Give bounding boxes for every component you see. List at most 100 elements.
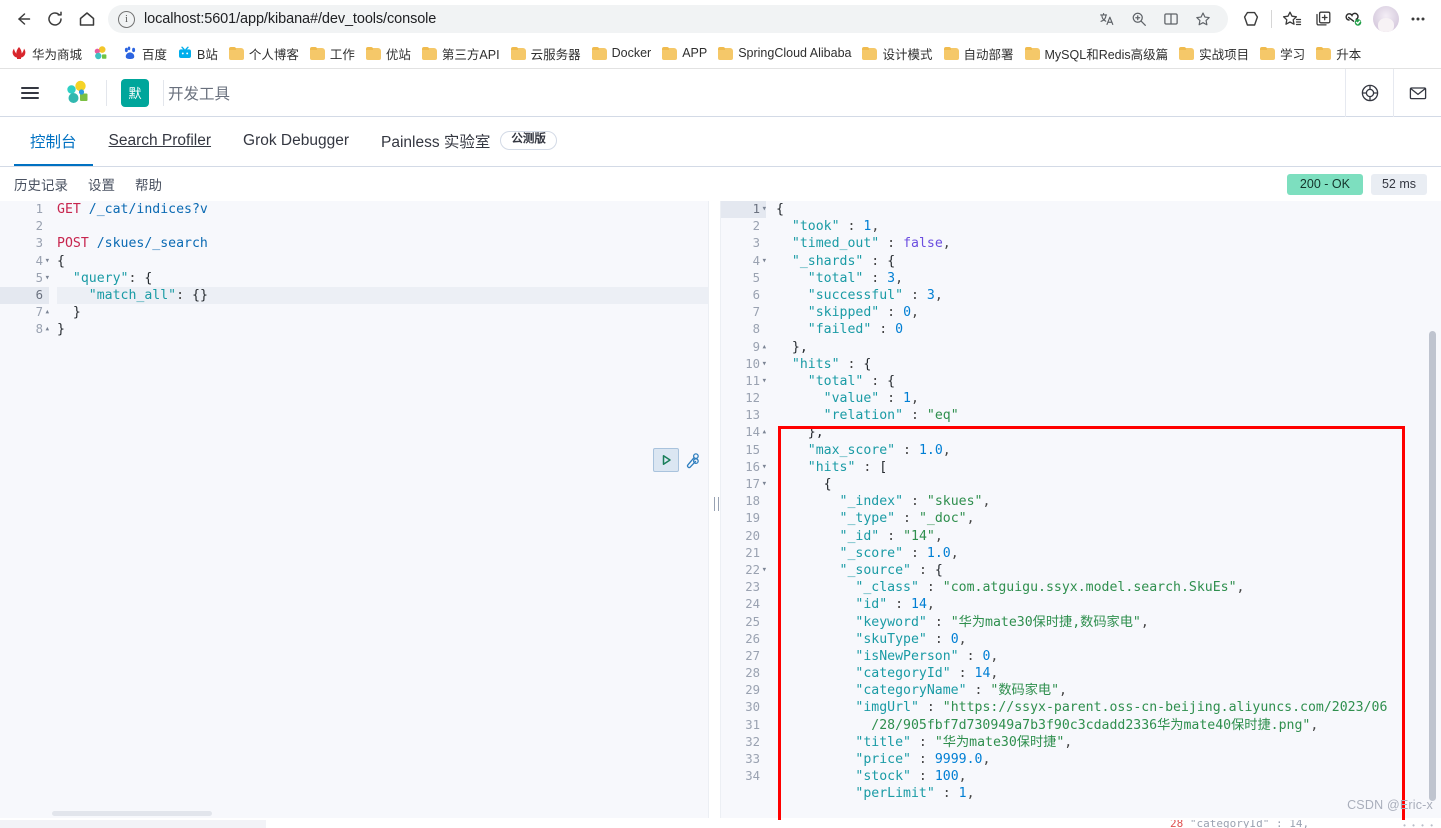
code-line[interactable] [57,218,708,235]
bookmark-item[interactable]: 百度 [118,41,172,65]
bookmark-item[interactable]: APP [657,41,712,65]
collections-icon[interactable] [1277,4,1307,34]
bookmark-item[interactable]: SpringCloud Alibaba [713,41,856,65]
hamburger-menu-icon[interactable] [10,73,50,113]
address-bar[interactable]: i localhost:5601/app/kibana#/dev_tools/c… [108,5,1228,33]
request-horizontal-scrollbar[interactable] [52,811,212,816]
code-line[interactable]: { [776,201,1441,218]
console-settings-button[interactable]: 设置 [88,174,115,194]
code-line[interactable]: "title" : "华为mate30保时捷", [776,734,1441,751]
code-line[interactable]: "hits" : { [776,356,1441,373]
code-line[interactable]: "skipped" : 0, [776,304,1441,321]
bookmark-item[interactable]: 工作 [305,41,360,65]
code-line[interactable]: "value" : 1, [776,390,1441,407]
tab-search-profiler[interactable]: Search Profiler [93,117,228,166]
code-line[interactable]: "timed_out" : false, [776,235,1441,252]
bookmark-item[interactable]: 第三方API [417,41,505,65]
bookmark-item[interactable]: Docker [587,41,657,65]
code-line[interactable]: { [776,476,1441,493]
code-line[interactable]: "stock" : 100, [776,768,1441,785]
code-line[interactable]: "query": { [57,270,708,287]
code-line[interactable]: "categoryName" : "数码家电", [776,682,1441,699]
url-text[interactable]: localhost:5601/app/kibana#/dev_tools/con… [144,11,1092,27]
bookmark-item[interactable]: MySQL和Redis高级篇 [1020,41,1174,65]
back-arrow-icon[interactable] [8,4,38,34]
pane-resize-handle[interactable] [708,201,721,818]
code-line[interactable]: "keyword" : "华为mate30保时捷,数码家电", [776,614,1441,631]
settings-more-icon[interactable] [1403,4,1433,34]
help-globe-icon[interactable] [1345,68,1393,117]
code-line[interactable]: "failed" : 0 [776,321,1441,338]
bookmark-item[interactable]: 云服务器 [506,41,586,65]
code-line[interactable]: GET /_cat/indices?v [57,201,708,218]
code-line[interactable]: } [57,321,708,338]
zoom-in-icon[interactable] [1124,4,1154,34]
reload-icon[interactable] [40,4,70,34]
bookmark-item[interactable]: 实战项目 [1174,41,1254,65]
code-line[interactable]: "_index" : "skues", [776,493,1441,510]
favorite-star-icon[interactable] [1188,4,1218,34]
code-line[interactable]: "perLimit" : 1, [776,785,1441,802]
code-line[interactable]: "_class" : "com.atguigu.ssyx.model.searc… [776,579,1441,596]
play-triangle-icon[interactable] [653,448,679,472]
code-line[interactable]: { [57,253,708,270]
response-vertical-scrollbar[interactable] [1429,331,1436,801]
response-viewer-pane[interactable]: 1 ▾ 2 3 4 ▾ 5 6 7 8 9 ▴ 10 ▾ 11 ▾ 12 13 14 ▴ 15 16 ▾ 17 ▾ 18 19 20 2… [721,201,1441,818]
code-line[interactable]: "hits" : [ [776,459,1441,476]
code-line[interactable]: } [57,304,708,321]
profile-avatar[interactable] [1373,6,1399,32]
response-code-lines[interactable]: { "took" : 1, "timed_out" : false, "_sha… [767,201,1441,803]
code-line[interactable]: "skuType" : 0, [776,631,1441,648]
code-line[interactable]: }, [776,339,1441,356]
tab-label: 控制台 [30,133,77,151]
code-line[interactable]: }, [776,424,1441,441]
bookmark-item[interactable]: 设计模式 [857,41,937,65]
request-code-lines[interactable]: GET /_cat/indices?v POST /skues/_search{… [50,201,708,339]
baidu-paw-icon [123,46,137,60]
request-editor-pane[interactable]: 1 2 3 4 ▾ 5 ▾ 6 7 ▴ 8 ▴ GET /_cat/indices?v POST /s… [0,201,708,818]
code-line[interactable]: "imgUrl" : "https://ssyx-parent.oss-cn-b… [776,699,1441,733]
code-line[interactable]: "relation" : "eq" [776,407,1441,424]
code-line[interactable]: "match_all": {} [57,286,708,305]
code-line[interactable]: "total" : { [776,373,1441,390]
code-line[interactable]: "took" : 1, [776,218,1441,235]
wrench-icon[interactable] [682,449,702,471]
bookmark-item[interactable]: 华为商城 [6,41,87,65]
bookmark-item[interactable]: 个人博客 [224,41,304,65]
code-line[interactable]: "_shards" : { [776,253,1441,270]
code-line[interactable]: "_source" : { [776,562,1441,579]
browser-essentials-icon[interactable] [1236,4,1266,34]
code-line[interactable]: "_score" : 1.0, [776,545,1441,562]
code-line[interactable]: "price" : 9999.0, [776,751,1441,768]
extensions-icon[interactable] [1339,4,1369,34]
split-screen-icon[interactable] [1156,4,1186,34]
bookmark-item[interactable] [88,41,117,65]
translate-icon[interactable] [1092,4,1122,34]
add-to-collections-icon[interactable] [1308,4,1338,34]
mail-icon[interactable] [1393,68,1441,117]
tab-grok-debugger[interactable]: Grok Debugger [227,117,365,166]
code-line[interactable]: "categoryId" : 14, [776,665,1441,682]
bookmark-item[interactable]: 学习 [1255,41,1310,65]
code-line[interactable]: POST /skues/_search [57,235,708,252]
elastic-kibana-logo-icon[interactable] [62,78,92,108]
tab-painless-lab[interactable]: Painless 实验室 公测版 [365,117,573,166]
code-line[interactable]: "_id" : "14", [776,528,1441,545]
bookmark-item[interactable]: 优站 [361,41,416,65]
code-line[interactable]: "successful" : 3, [776,287,1441,304]
code-line[interactable]: "id" : 14, [776,596,1441,613]
site-info-icon[interactable]: i [118,10,135,28]
console-history-button[interactable]: 历史记录 [14,174,68,194]
bookmark-item[interactable]: 升本 [1311,41,1366,65]
bookmark-item[interactable]: B站 [173,41,223,65]
folder-icon [510,46,526,60]
space-avatar[interactable]: 默 [121,78,149,107]
code-line[interactable]: "max_score" : 1.0, [776,442,1441,459]
console-help-button[interactable]: 帮助 [135,174,162,194]
code-line[interactable]: "_type" : "_doc", [776,510,1441,527]
tab-console[interactable]: 控制台 [14,117,93,166]
home-icon[interactable] [72,4,102,34]
code-line[interactable]: "total" : 3, [776,270,1441,287]
code-line[interactable]: "isNewPerson" : 0, [776,648,1441,665]
bookmark-item[interactable]: 自动部署 [939,41,1019,65]
